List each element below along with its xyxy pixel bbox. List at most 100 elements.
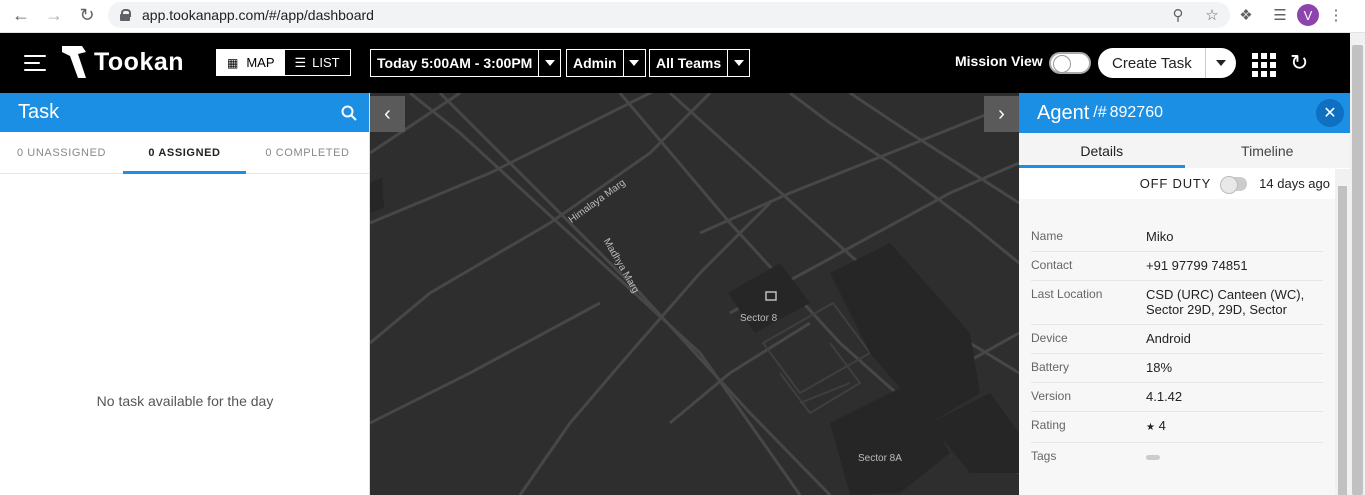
map-area-label-1: Sector 8 bbox=[740, 313, 778, 324]
duty-status-row: OFF DUTY 14 days ago bbox=[1019, 168, 1350, 199]
app-header: Tookan ▦ MAP ☰ LIST Today 5:00AM - 3:00P… bbox=[0, 33, 1350, 93]
detail-row-contact: Contact +91 97799 74851 bbox=[1031, 252, 1323, 281]
detail-row-battery: Battery 18% bbox=[1031, 354, 1323, 383]
search-icon[interactable] bbox=[341, 105, 357, 121]
map-canvas[interactable]: Himalaya Marg Madhya Marg Sector 8 Secto… bbox=[370, 93, 1019, 495]
detail-value[interactable]: +91 97799 74851 bbox=[1146, 258, 1323, 273]
kebab-menu-icon[interactable]: ⋮ bbox=[1319, 6, 1353, 24]
page-scrollbar[interactable] bbox=[1350, 33, 1365, 495]
detail-row-tags: Tags bbox=[1031, 443, 1323, 471]
create-task-label: Create Task bbox=[1098, 48, 1206, 78]
detail-label: Tags bbox=[1031, 449, 1057, 463]
detail-label: Last Location bbox=[1031, 287, 1103, 301]
map-area-label-2: Sector 8A bbox=[858, 453, 902, 464]
list-icon: ☰ bbox=[294, 54, 307, 70]
map-view-button[interactable]: ▦ MAP bbox=[217, 50, 285, 75]
task-panel: Task 0 UNASSIGNED 0 ASSIGNED 0 COMPLETED… bbox=[0, 93, 370, 495]
map-roads: Himalaya Marg Madhya Marg Sector 8 Secto… bbox=[370, 93, 1019, 495]
rating-value-wrap: ★ 4 bbox=[1146, 418, 1323, 435]
detail-label: Version bbox=[1031, 389, 1072, 403]
mission-view-label: Mission View bbox=[955, 53, 1043, 69]
agent-details: Name Miko Contact +91 97799 74851 Last L… bbox=[1019, 199, 1335, 495]
browser-toolbar: ← → ↻ app.tookanapp.com/#/app/dashboard … bbox=[0, 0, 1365, 33]
collapse-right-button[interactable]: › bbox=[984, 96, 1019, 132]
agent-panel-header: Agent /# 892760 ✕ bbox=[1019, 93, 1350, 133]
scrollbar-thumb[interactable] bbox=[1338, 186, 1347, 495]
lock-icon bbox=[120, 9, 131, 21]
scrollbar-thumb[interactable] bbox=[1352, 45, 1363, 495]
task-tabs: 0 UNASSIGNED 0 ASSIGNED 0 COMPLETED bbox=[0, 132, 369, 174]
detail-label: Device bbox=[1031, 331, 1068, 345]
date-filter-value: Today 5:00AM - 3:00PM bbox=[377, 55, 533, 71]
agent-title: Agent bbox=[1037, 101, 1090, 124]
refresh-icon[interactable]: ↻ bbox=[1290, 50, 1308, 76]
task-panel-title: Task bbox=[18, 101, 60, 123]
chevron-down-icon bbox=[622, 50, 645, 76]
detail-row-device: Device Android bbox=[1031, 325, 1323, 354]
apps-grid-icon[interactable] bbox=[1252, 53, 1278, 77]
tab-completed[interactable]: 0 COMPLETED bbox=[246, 132, 369, 173]
reload-icon[interactable]: ↻ bbox=[75, 3, 99, 27]
map-road-label-1: Himalaya Marg bbox=[567, 177, 628, 225]
media-icon[interactable]: ☰ bbox=[1263, 6, 1297, 24]
star-icon[interactable]: ☆ bbox=[1195, 6, 1229, 24]
date-filter-dropdown[interactable]: Today 5:00AM - 3:00PM bbox=[370, 49, 562, 77]
chevron-down-icon bbox=[727, 50, 749, 76]
duty-toggle[interactable] bbox=[1220, 175, 1248, 194]
detail-row-version: Version 4.1.42 bbox=[1031, 383, 1323, 412]
list-view-label: LIST bbox=[312, 55, 340, 70]
detail-row-last-location: Last Location CSD (URC) Canteen (WC), Se… bbox=[1031, 281, 1323, 325]
tab-assigned[interactable]: 0 ASSIGNED bbox=[123, 132, 246, 174]
brand-logo[interactable]: Tookan bbox=[60, 42, 184, 82]
detail-value: Android bbox=[1146, 331, 1191, 346]
brand-name: Tookan bbox=[94, 47, 185, 76]
back-arrow-icon[interactable]: ← bbox=[9, 3, 33, 27]
close-icon[interactable]: ✕ bbox=[1316, 99, 1344, 127]
tags-value-wrap bbox=[1146, 449, 1323, 464]
detail-value: 18% bbox=[1146, 360, 1173, 375]
forward-arrow-icon[interactable]: → bbox=[42, 3, 66, 27]
duty-status-label: OFF DUTY bbox=[1139, 176, 1212, 191]
tab-unassigned[interactable]: 0 UNASSIGNED bbox=[0, 132, 123, 173]
map-view-label: MAP bbox=[246, 55, 275, 70]
team-filter-value: All Teams bbox=[656, 55, 722, 71]
agent-tabs: Details Timeline bbox=[1019, 133, 1350, 168]
detail-value: Miko bbox=[1146, 229, 1174, 244]
detail-value: 4.1.42 bbox=[1146, 389, 1183, 404]
chevron-down-icon[interactable] bbox=[1206, 60, 1236, 66]
detail-row-name: Name Miko bbox=[1031, 223, 1323, 252]
hamburger-menu-icon[interactable] bbox=[24, 55, 46, 71]
collapse-left-button[interactable]: ‹ bbox=[370, 96, 405, 132]
tag-pill bbox=[1146, 455, 1160, 461]
detail-label: Name bbox=[1031, 229, 1064, 243]
agent-panel: Agent /# 892760 ✕ Details Timeline OFF D… bbox=[1019, 93, 1350, 495]
url-text: app.tookanapp.com/#/app/dashboard bbox=[142, 7, 374, 23]
mission-view-toggle[interactable] bbox=[1049, 52, 1091, 74]
address-bar[interactable]: app.tookanapp.com/#/app/dashboard bbox=[108, 2, 1230, 28]
role-filter-value: Admin bbox=[573, 55, 617, 71]
detail-row-rating: Rating ★ 4 bbox=[1031, 412, 1323, 443]
team-filter-dropdown[interactable]: All Teams bbox=[649, 49, 751, 77]
agent-id-prefix: /# bbox=[1093, 104, 1107, 121]
key-icon[interactable]: ⚲ bbox=[1161, 6, 1195, 24]
agent-panel-scrollbar[interactable] bbox=[1335, 169, 1350, 495]
last-seen: 14 days ago bbox=[1259, 176, 1330, 191]
task-panel-header: Task bbox=[0, 93, 369, 132]
detail-value: CSD (URC) Canteen (WC), Sector 29D, 29D,… bbox=[1146, 287, 1305, 317]
map-icon: ▦ bbox=[227, 55, 239, 70]
detail-label: Rating bbox=[1031, 418, 1066, 432]
empty-task-message: No task available for the day bbox=[96, 393, 274, 409]
role-filter-dropdown[interactable]: Admin bbox=[566, 49, 646, 77]
extensions-icon[interactable]: ❖ bbox=[1229, 6, 1263, 24]
detail-label: Battery bbox=[1031, 360, 1070, 374]
list-view-button[interactable]: ☰ LIST bbox=[284, 50, 350, 75]
agent-id: 892760 bbox=[1109, 104, 1163, 121]
tab-timeline[interactable]: Timeline bbox=[1185, 133, 1351, 168]
tab-details[interactable]: Details bbox=[1019, 133, 1185, 168]
create-task-button[interactable]: Create Task bbox=[1098, 48, 1236, 78]
profile-avatar[interactable]: V bbox=[1297, 4, 1319, 26]
view-toggle: ▦ MAP ☰ LIST bbox=[216, 49, 351, 76]
detail-label: Contact bbox=[1031, 258, 1073, 272]
tookan-logo-icon bbox=[62, 46, 86, 78]
chevron-down-icon bbox=[538, 50, 560, 76]
